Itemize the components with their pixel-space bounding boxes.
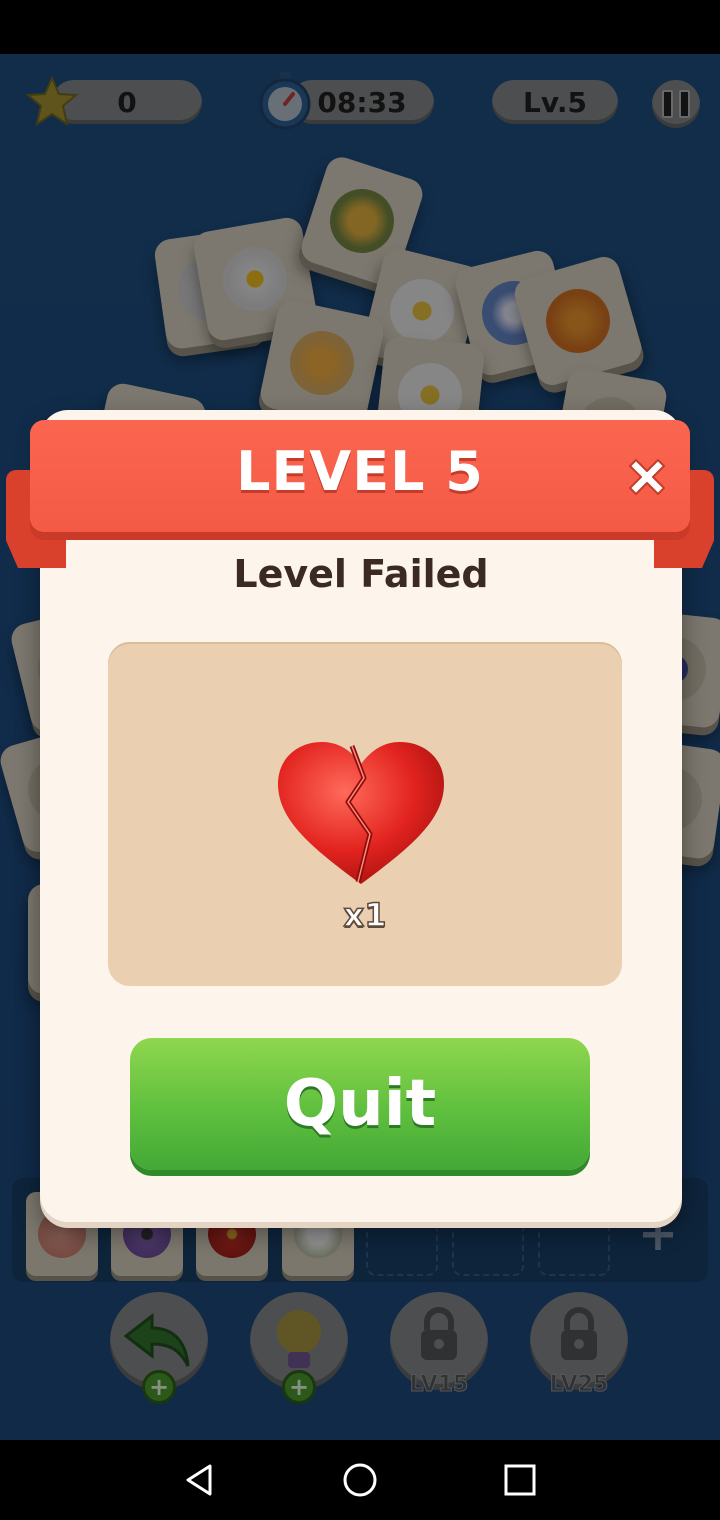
dialog-subtitle: Level Failed [233,552,489,596]
recents-icon[interactable] [500,1460,540,1500]
navigation-bar [0,1440,720,1520]
broken-heart-icon [278,742,444,884]
back-icon[interactable] [180,1460,220,1500]
lives-lost-count: x1 [343,895,387,935]
quit-button[interactable]: Quit [130,1038,590,1170]
close-icon[interactable] [622,452,672,502]
dialog-title: LEVEL 5 [236,440,484,503]
home-icon[interactable] [340,1460,380,1500]
status-bar [0,0,720,54]
